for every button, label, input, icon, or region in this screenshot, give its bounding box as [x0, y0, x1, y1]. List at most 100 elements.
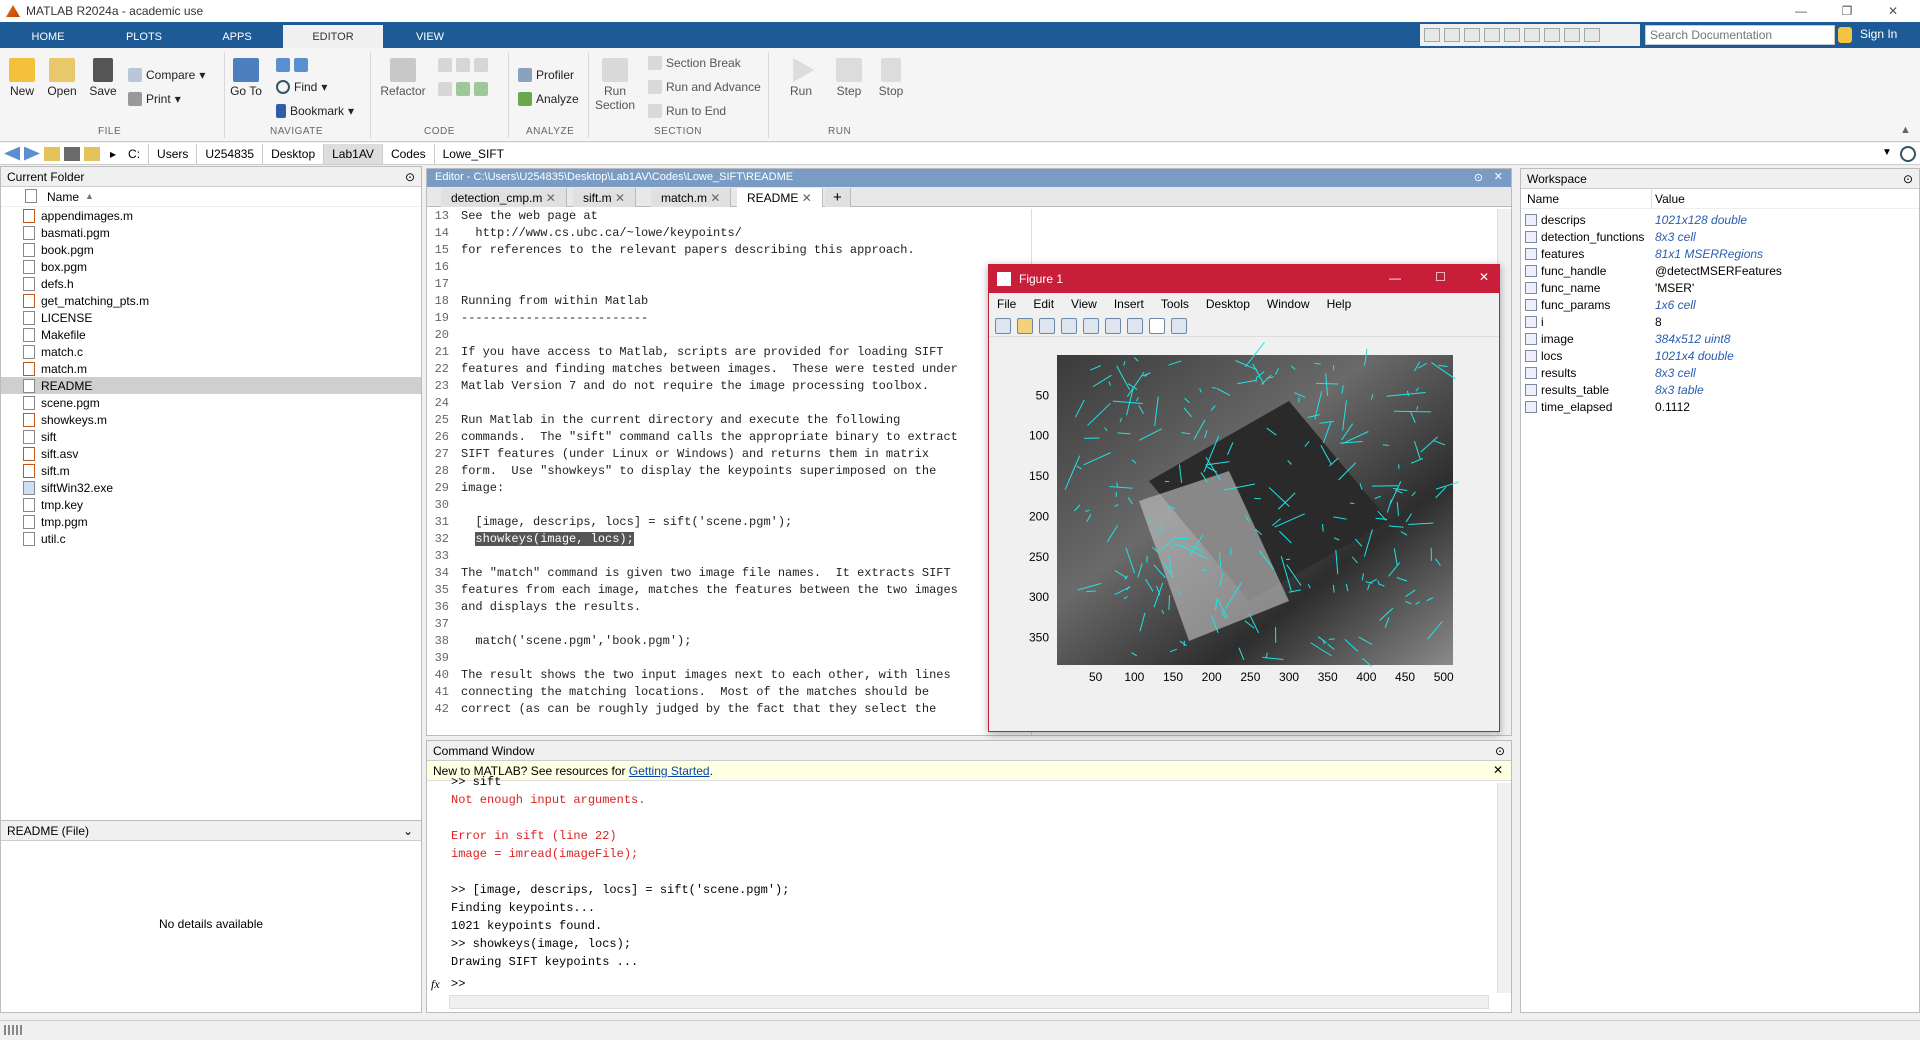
help-icon[interactable] [1564, 28, 1580, 42]
link-plot-icon[interactable] [1083, 317, 1099, 334]
file-list-item[interactable]: tmp.pgm [1, 513, 421, 530]
save-icon[interactable] [1424, 28, 1440, 42]
command-vscrollbar[interactable] [1497, 783, 1511, 993]
editor-menu-icon[interactable]: ⊙ [1474, 171, 1483, 184]
figure-menu-insert[interactable]: Insert [1114, 297, 1144, 311]
close-tab-icon[interactable]: ✕ [615, 191, 625, 205]
file-list-item[interactable]: sift.m [1, 462, 421, 479]
workspace-row[interactable]: image 384x512 uint8 [1521, 330, 1919, 347]
path-search-icon[interactable] [1900, 146, 1916, 162]
figure-menu-window[interactable]: Window [1267, 297, 1310, 311]
code-line[interactable]: 15 for references to the relevant papers … [427, 243, 1511, 260]
keypoint-plot[interactable]: 50 100 150 200 250 300 350 50 100 150 200 250 300 35… [989, 341, 1499, 731]
copy-icon[interactable] [1464, 28, 1480, 42]
find-button[interactable]: Find ▾ [276, 80, 327, 94]
tab-plots[interactable]: PLOTS [96, 25, 192, 48]
tab-readme[interactable]: README ✕ [737, 188, 823, 207]
tab-sift-m[interactable]: sift.m ✕ [573, 188, 637, 207]
search-documentation-input[interactable] [1645, 25, 1835, 45]
workspace-row[interactable]: results 8x3 cell [1521, 364, 1919, 381]
path-dropdown-icon[interactable]: ▼ [1882, 147, 1892, 158]
breadcrumb-item[interactable]: Users [149, 143, 198, 164]
column-divider[interactable] [1651, 189, 1652, 209]
up-folder-icon[interactable] [44, 146, 60, 161]
restore-button[interactable]: ❐ [1824, 0, 1870, 22]
file-list-item[interactable]: book.pgm [1, 241, 421, 258]
open-file-icon[interactable] [1017, 317, 1033, 334]
file-list-item[interactable]: box.pgm [1, 258, 421, 275]
file-list-item[interactable]: match.c [1, 343, 421, 360]
workspace-row[interactable]: locs 1021x4 double [1521, 347, 1919, 364]
file-list-item[interactable]: defs.h [1, 275, 421, 292]
run-section-button[interactable]: Run Section [592, 58, 638, 112]
workspace-row[interactable]: detection_functions 8x3 cell [1521, 228, 1919, 245]
forward-icon[interactable] [24, 146, 40, 161]
back-forward-buttons[interactable] [276, 58, 308, 72]
section-break-button[interactable]: Section Break [648, 56, 741, 70]
figure-close-button[interactable]: ✕ [1479, 270, 1489, 284]
figure-minimize-button[interactable]: — [1389, 271, 1401, 285]
workspace-menu-icon[interactable]: ⊙ [1903, 172, 1913, 186]
file-list-item[interactable]: Makefile [1, 326, 421, 343]
bell-icon[interactable] [1838, 27, 1852, 43]
workspace-row[interactable]: features 81x1 MSERRegions [1521, 245, 1919, 262]
paste-icon[interactable] [1484, 28, 1500, 42]
command-hscrollbar[interactable] [449, 995, 1489, 1009]
breadcrumb-item[interactable]: Desktop [263, 143, 325, 164]
file-list-item[interactable]: match.m [1, 360, 421, 377]
tab-match-m[interactable]: match.m ✕ [651, 188, 732, 207]
save-button[interactable]: Save [86, 58, 120, 98]
file-list-item[interactable]: get_matching_pts.m [1, 292, 421, 309]
stop-button[interactable]: Stop [874, 58, 908, 98]
figure-menu-help[interactable]: Help [1327, 297, 1352, 311]
tab-apps[interactable]: APPS [192, 25, 282, 48]
indent-buttons[interactable] [438, 82, 488, 96]
workspace-row[interactable]: func_params 1x6 cell [1521, 296, 1919, 313]
code-line[interactable]: 13 See the web page at [427, 209, 1511, 226]
redo-icon[interactable] [1524, 28, 1540, 42]
comment-buttons[interactable] [438, 58, 488, 72]
new-tab-button[interactable]: + [825, 188, 851, 207]
tab-home[interactable]: HOME [0, 25, 96, 48]
property-inspector-icon[interactable] [1171, 317, 1187, 334]
close-tab-icon[interactable]: ✕ [710, 191, 720, 205]
figure-menu-view[interactable]: View [1071, 297, 1097, 311]
go-to-button[interactable]: Go To [228, 58, 264, 98]
panel-menu-icon[interactable]: ⊙ [405, 170, 415, 184]
workspace-row[interactable]: i8 [1521, 313, 1919, 330]
workspace-row[interactable]: func_handle @detectMSERFeatures [1521, 262, 1919, 279]
breadcrumb-item[interactable]: C: [120, 143, 150, 164]
close-tab-icon[interactable]: ✕ [802, 191, 812, 205]
file-list-item[interactable]: tmp.key [1, 496, 421, 513]
file-list-item[interactable]: appendimages.m [1, 207, 421, 224]
back-icon[interactable] [4, 146, 20, 161]
analyze-button[interactable]: Analyze [518, 92, 579, 106]
tab-view[interactable]: VIEW [384, 25, 476, 48]
figure-menu-tools[interactable]: Tools [1161, 297, 1189, 311]
figure-maximize-button[interactable]: ☐ [1435, 270, 1446, 284]
collapse-details-icon[interactable]: ⌄ [403, 824, 413, 838]
sign-in-link[interactable]: Sign In [1860, 27, 1897, 41]
print-button[interactable]: Print ▾ [128, 92, 181, 106]
open-button[interactable]: Open [44, 58, 80, 98]
pointer-icon[interactable] [1149, 317, 1165, 334]
file-list-item[interactable]: LICENSE [1, 309, 421, 326]
file-list-item[interactable]: util.c [1, 530, 421, 547]
compare-button[interactable]: Compare ▾ [128, 68, 205, 82]
bookmark-button[interactable]: Bookmark ▾ [276, 104, 354, 118]
profiler-button[interactable]: Profiler [518, 68, 574, 82]
new-button[interactable]: New [6, 58, 38, 98]
switch-windows-icon[interactable] [1544, 28, 1560, 42]
function-browser-icon[interactable]: fx [431, 977, 440, 992]
workspace-row[interactable]: results_table 8x3 table [1521, 381, 1919, 398]
breadcrumb-item[interactable]: Lowe_SIFT [435, 144, 512, 164]
settings-icon[interactable] [1584, 28, 1600, 42]
close-editor-icon[interactable]: ✕ [1494, 170, 1503, 183]
name-column-header[interactable]: Name [1527, 192, 1559, 206]
print-figure-icon[interactable] [1061, 317, 1077, 334]
command-menu-icon[interactable]: ⊙ [1495, 744, 1505, 758]
run-button[interactable]: Run [784, 58, 818, 98]
tab-editor[interactable]: EDITOR [283, 25, 383, 48]
browse-folder-icon[interactable] [64, 146, 80, 161]
file-list-item[interactable]: sift [1, 428, 421, 445]
